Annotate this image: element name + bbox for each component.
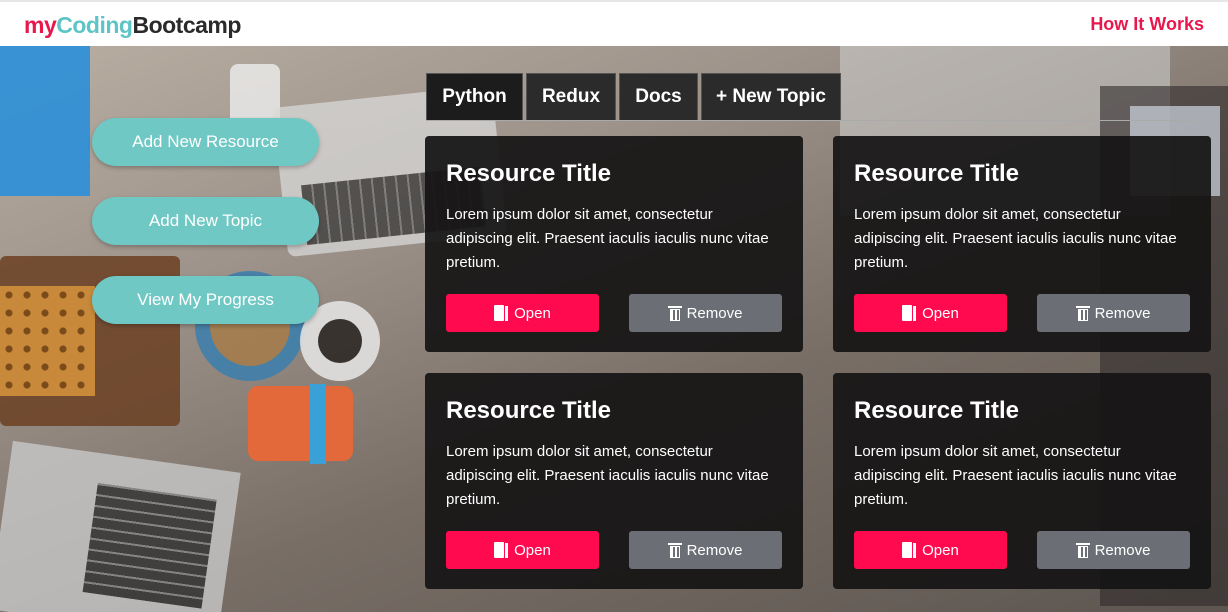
resource-card: Resource Title Lorem ipsum dolor sit ame… — [833, 373, 1211, 589]
logo-part-coding: Coding — [56, 12, 133, 38]
resource-card: Resource Title Lorem ipsum dolor sit ame… — [425, 373, 803, 589]
resource-description: Lorem ipsum dolor sit amet, consectetur … — [854, 443, 1177, 508]
remove-button[interactable]: Remove — [1037, 294, 1190, 332]
remove-label: Remove — [686, 541, 743, 559]
add-new-resource-button[interactable]: Add New Resource — [92, 118, 319, 166]
trash-icon — [1075, 542, 1090, 558]
open-label: Open — [514, 304, 551, 322]
remove-label: Remove — [686, 304, 743, 322]
open-button[interactable]: Open — [854, 531, 1007, 569]
tab-docs[interactable]: Docs — [619, 73, 698, 120]
open-button[interactable]: Open — [446, 531, 599, 569]
card-actions: Open Remove — [446, 294, 782, 332]
open-label: Open — [922, 304, 959, 322]
trash-icon — [667, 542, 682, 558]
how-it-works-link[interactable]: How It Works — [1090, 14, 1204, 35]
remove-label: Remove — [1094, 304, 1151, 322]
tab-python[interactable]: Python — [426, 73, 523, 120]
site-logo[interactable]: myCodingBootcamp — [24, 12, 241, 39]
view-my-progress-button[interactable]: View My Progress — [92, 276, 319, 324]
trash-icon — [667, 305, 682, 321]
remove-button[interactable]: Remove — [1037, 531, 1190, 569]
background-decoration — [0, 46, 90, 196]
logo-part-my: my — [24, 12, 57, 38]
open-button[interactable]: Open — [446, 294, 599, 332]
topic-tabs: Python Redux Docs + New Topic — [426, 73, 844, 120]
resource-title: Resource Title — [854, 160, 1019, 187]
background-decoration — [0, 440, 241, 612]
card-actions: Open Remove — [854, 531, 1190, 569]
open-label: Open — [922, 541, 959, 559]
resource-title: Resource Title — [446, 160, 611, 187]
background-decoration — [248, 384, 353, 464]
resource-description: Lorem ipsum dolor sit amet, consectetur … — [854, 206, 1177, 271]
top-navbar: myCodingBootcamp How It Works — [0, 0, 1228, 46]
door-open-icon — [902, 542, 917, 558]
resource-title: Resource Title — [854, 397, 1019, 424]
open-button[interactable]: Open — [854, 294, 1007, 332]
background-decoration — [0, 286, 95, 396]
add-new-topic-button[interactable]: Add New Topic — [92, 197, 319, 245]
remove-label: Remove — [1094, 541, 1151, 559]
door-open-icon — [494, 305, 509, 321]
resource-description: Lorem ipsum dolor sit amet, consectetur … — [446, 443, 769, 508]
remove-button[interactable]: Remove — [629, 531, 782, 569]
resource-card: Resource Title Lorem ipsum dolor sit ame… — [425, 136, 803, 352]
card-actions: Open Remove — [854, 294, 1190, 332]
card-actions: Open Remove — [446, 531, 782, 569]
logo-part-bootcamp: Bootcamp — [132, 12, 241, 38]
trash-icon — [1075, 305, 1090, 321]
door-open-icon — [902, 305, 917, 321]
tab-new-topic[interactable]: + New Topic — [701, 73, 841, 120]
remove-button[interactable]: Remove — [629, 294, 782, 332]
tab-divider — [426, 120, 1198, 121]
resource-card: Resource Title Lorem ipsum dolor sit ame… — [833, 136, 1211, 352]
tab-redux[interactable]: Redux — [526, 73, 616, 120]
resource-title: Resource Title — [446, 397, 611, 424]
door-open-icon — [494, 542, 509, 558]
open-label: Open — [514, 541, 551, 559]
resource-description: Lorem ipsum dolor sit amet, consectetur … — [446, 206, 769, 271]
